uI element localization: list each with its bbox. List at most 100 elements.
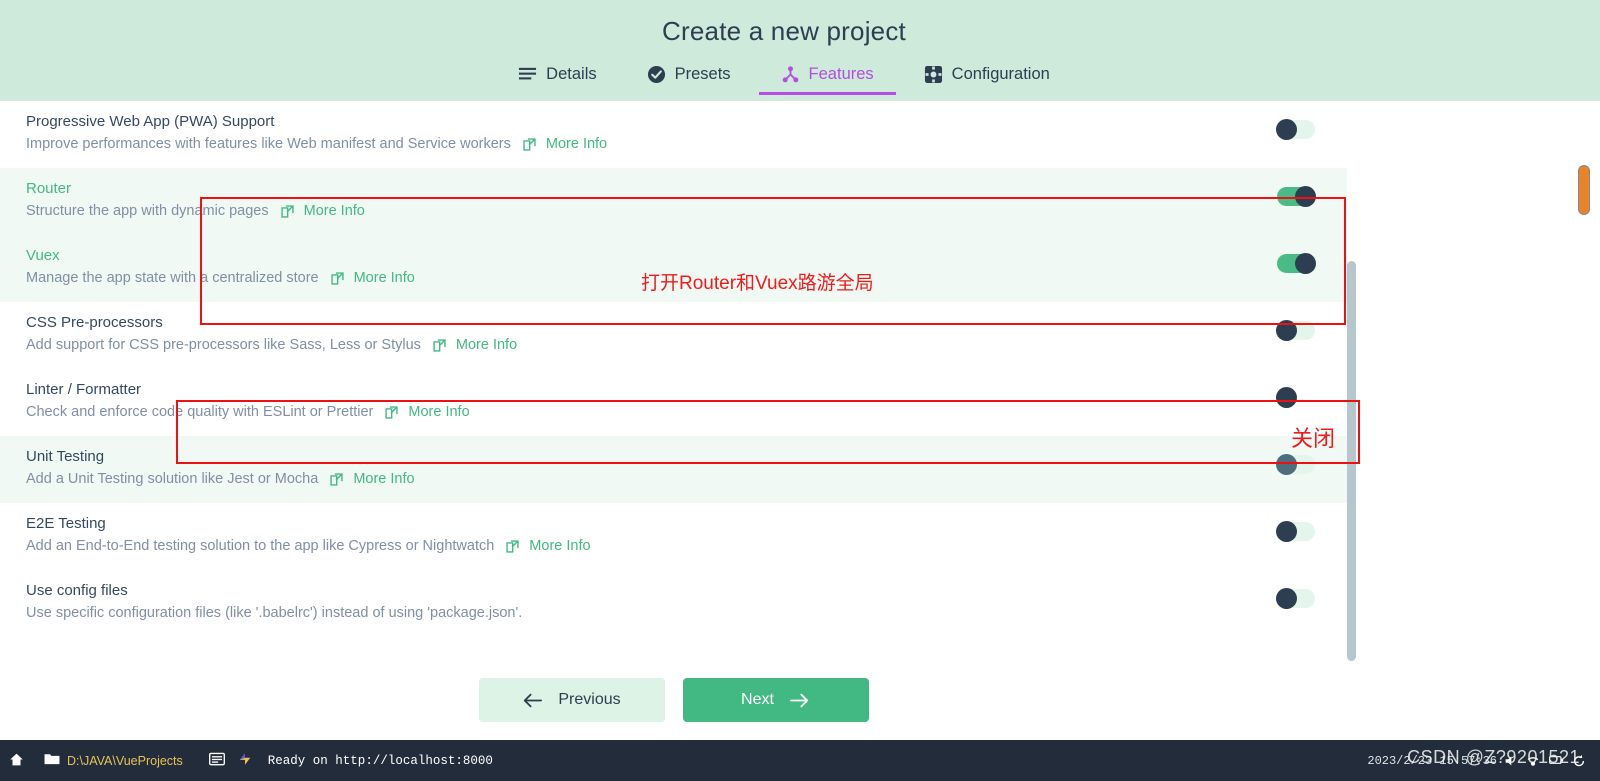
page-header: Create a new project Details Presets Fea… — [0, 0, 1568, 101]
feature-desc: Add a Unit Testing solution like Jest or… — [26, 471, 319, 487]
feature-toggle-css-preprocessors[interactable] — [1276, 320, 1315, 341]
page-title: Create a new project — [662, 16, 906, 46]
feature-row-pwa[interactable]: Progressive Web App (PWA) Support Improv… — [0, 101, 1347, 168]
more-info-link[interactable]: More Info — [329, 469, 415, 489]
more-info-link[interactable]: More Info — [522, 134, 607, 154]
folder-icon — [44, 752, 60, 769]
external-link-icon — [505, 539, 520, 554]
feature-row-router[interactable]: Router Structure the app with dynamic pa… — [0, 168, 1347, 235]
tab-presets[interactable]: Presets — [637, 61, 741, 95]
feature-title: Progressive Web App (PWA) Support — [26, 113, 275, 130]
feature-toggle-unit-testing[interactable] — [1276, 454, 1315, 475]
browser-scrollbar-thumb[interactable] — [1578, 165, 1590, 215]
home-icon — [9, 752, 24, 770]
list-icon — [518, 65, 537, 84]
toggle-knob — [1295, 186, 1316, 207]
feature-desc: Manage the app state with a centralized … — [26, 270, 319, 286]
terminal-icon — [208, 752, 225, 770]
feature-toggle-router[interactable] — [1277, 186, 1316, 207]
tab-features[interactable]: Features — [758, 61, 896, 95]
more-info-link[interactable]: More Info — [330, 268, 415, 288]
toggle-knob — [1276, 521, 1297, 542]
feature-row-unit-testing[interactable]: Unit Testing Add a Unit Testing solution… — [0, 436, 1347, 503]
toggle-knob — [1276, 588, 1297, 609]
feature-desc-wrap: Use specific configuration files (like '… — [26, 603, 1347, 623]
feature-desc-wrap: Add an End-to-End testing solution to th… — [26, 536, 1347, 556]
feature-title: CSS Pre-processors — [26, 314, 163, 331]
feature-toggle-vuex[interactable] — [1277, 253, 1316, 274]
more-info-label: More Info — [408, 404, 470, 420]
feature-title: Linter / Formatter — [26, 381, 142, 398]
more-info-link[interactable]: More Info — [384, 402, 470, 422]
taskbar-terminal-item[interactable] — [208, 752, 225, 770]
tab-configuration-label: Configuration — [951, 65, 1050, 83]
external-link-icon — [384, 405, 399, 420]
refresh-icon[interactable] — [1572, 754, 1586, 768]
more-info-label: More Info — [353, 270, 415, 286]
toggle-knob — [1276, 119, 1297, 140]
external-link-icon — [330, 271, 345, 286]
wizard-footer: Previous Next — [0, 678, 1347, 722]
tab-features-label: Features — [808, 65, 874, 83]
toggle-knob — [1276, 320, 1297, 341]
external-link-icon — [329, 472, 344, 487]
tab-presets-label: Presets — [674, 65, 731, 83]
more-info-label: More Info — [545, 136, 608, 152]
previous-button[interactable]: Previous — [478, 678, 665, 722]
feature-row-vuex[interactable]: Vuex Manage the app state with a central… — [0, 235, 1347, 302]
node-app-icon — [238, 752, 252, 769]
feature-desc-wrap: Structure the app with dynamic pages Mor… — [26, 201, 1347, 221]
feature-row-use-config-files[interactable]: Use config files Use specific configurat… — [0, 570, 1347, 637]
taskbar-tray — [1503, 754, 1586, 768]
arrow-right-icon — [789, 692, 810, 709]
feature-list-scrollbar[interactable] — [1347, 261, 1356, 661]
feature-toggle-linter[interactable] — [1276, 387, 1315, 408]
browser-scrollbar[interactable] — [1568, 101, 1600, 740]
feature-desc: Add support for CSS pre-processors like … — [26, 337, 421, 353]
feature-desc: Add an End-to-End testing solution to th… — [26, 538, 495, 554]
wizard-tabs: Details Presets Features Configuration — [0, 61, 1568, 95]
feature-title: Use config files — [26, 582, 128, 599]
more-info-link[interactable]: More Info — [280, 201, 365, 221]
feature-desc-wrap: Manage the app state with a centralized … — [26, 268, 1347, 288]
network-icon[interactable] — [1526, 754, 1540, 768]
more-info-label: More Info — [455, 337, 518, 353]
toggle-knob — [1276, 387, 1297, 408]
more-info-link[interactable]: More Info — [505, 536, 591, 556]
feature-toggle-use-config-files[interactable] — [1276, 588, 1315, 609]
feature-list: Progressive Web App (PWA) Support Improv… — [0, 101, 1347, 637]
feature-desc: Structure the app with dynamic pages — [26, 203, 269, 219]
next-button[interactable]: Next — [682, 678, 869, 722]
volume-icon[interactable] — [1503, 754, 1517, 768]
feature-desc: Improve performances with features like … — [26, 136, 511, 152]
taskbar-status-text: Ready on http://localhost:8000 — [267, 753, 493, 768]
feature-title: Unit Testing — [26, 448, 105, 465]
feature-list-scrollbar-thumb[interactable] — [1347, 261, 1356, 661]
more-info-link[interactable]: More Info — [432, 335, 517, 355]
features-panel: Progressive Web App (PWA) Support Improv… — [0, 101, 1568, 740]
more-info-label: More Info — [303, 203, 365, 219]
feature-desc-wrap: Check and enforce code quality with ESLi… — [26, 402, 1347, 422]
app-window: Create a new project Details Presets Fea… — [0, 0, 1600, 781]
taskbar-status-item[interactable]: Ready on http://localhost:8000 — [238, 752, 493, 769]
feature-row-css-preprocessors[interactable]: CSS Pre-processors Add support for CSS p… — [0, 302, 1347, 369]
previous-button-label: Previous — [558, 691, 621, 708]
tab-configuration[interactable]: Configuration — [914, 61, 1060, 95]
battery-icon[interactable] — [1549, 754, 1564, 768]
taskbar-home-button[interactable] — [9, 752, 24, 770]
taskbar-clock: 2023/2/23 15:57:36 — [1367, 753, 1497, 768]
feature-row-e2e-testing[interactable]: E2E Testing Add an End-to-End testing so… — [0, 503, 1347, 570]
feature-title: Vuex — [26, 247, 60, 264]
check-circle-icon — [647, 65, 666, 84]
more-info-label: More Info — [529, 538, 591, 554]
feature-toggle-e2e-testing[interactable] — [1276, 521, 1315, 542]
feature-desc-wrap: Add a Unit Testing solution like Jest or… — [26, 469, 1347, 489]
arrow-left-icon — [522, 692, 543, 709]
feature-row-linter[interactable]: Linter / Formatter Check and enforce cod… — [0, 369, 1347, 436]
node-tree-icon — [781, 65, 800, 84]
external-link-icon — [280, 204, 295, 219]
toggle-knob — [1295, 253, 1316, 274]
feature-toggle-pwa[interactable] — [1276, 119, 1315, 140]
tab-details[interactable]: Details — [508, 61, 606, 95]
taskbar-project-item[interactable]: D:\JAVA\VueProjects — [44, 752, 183, 769]
